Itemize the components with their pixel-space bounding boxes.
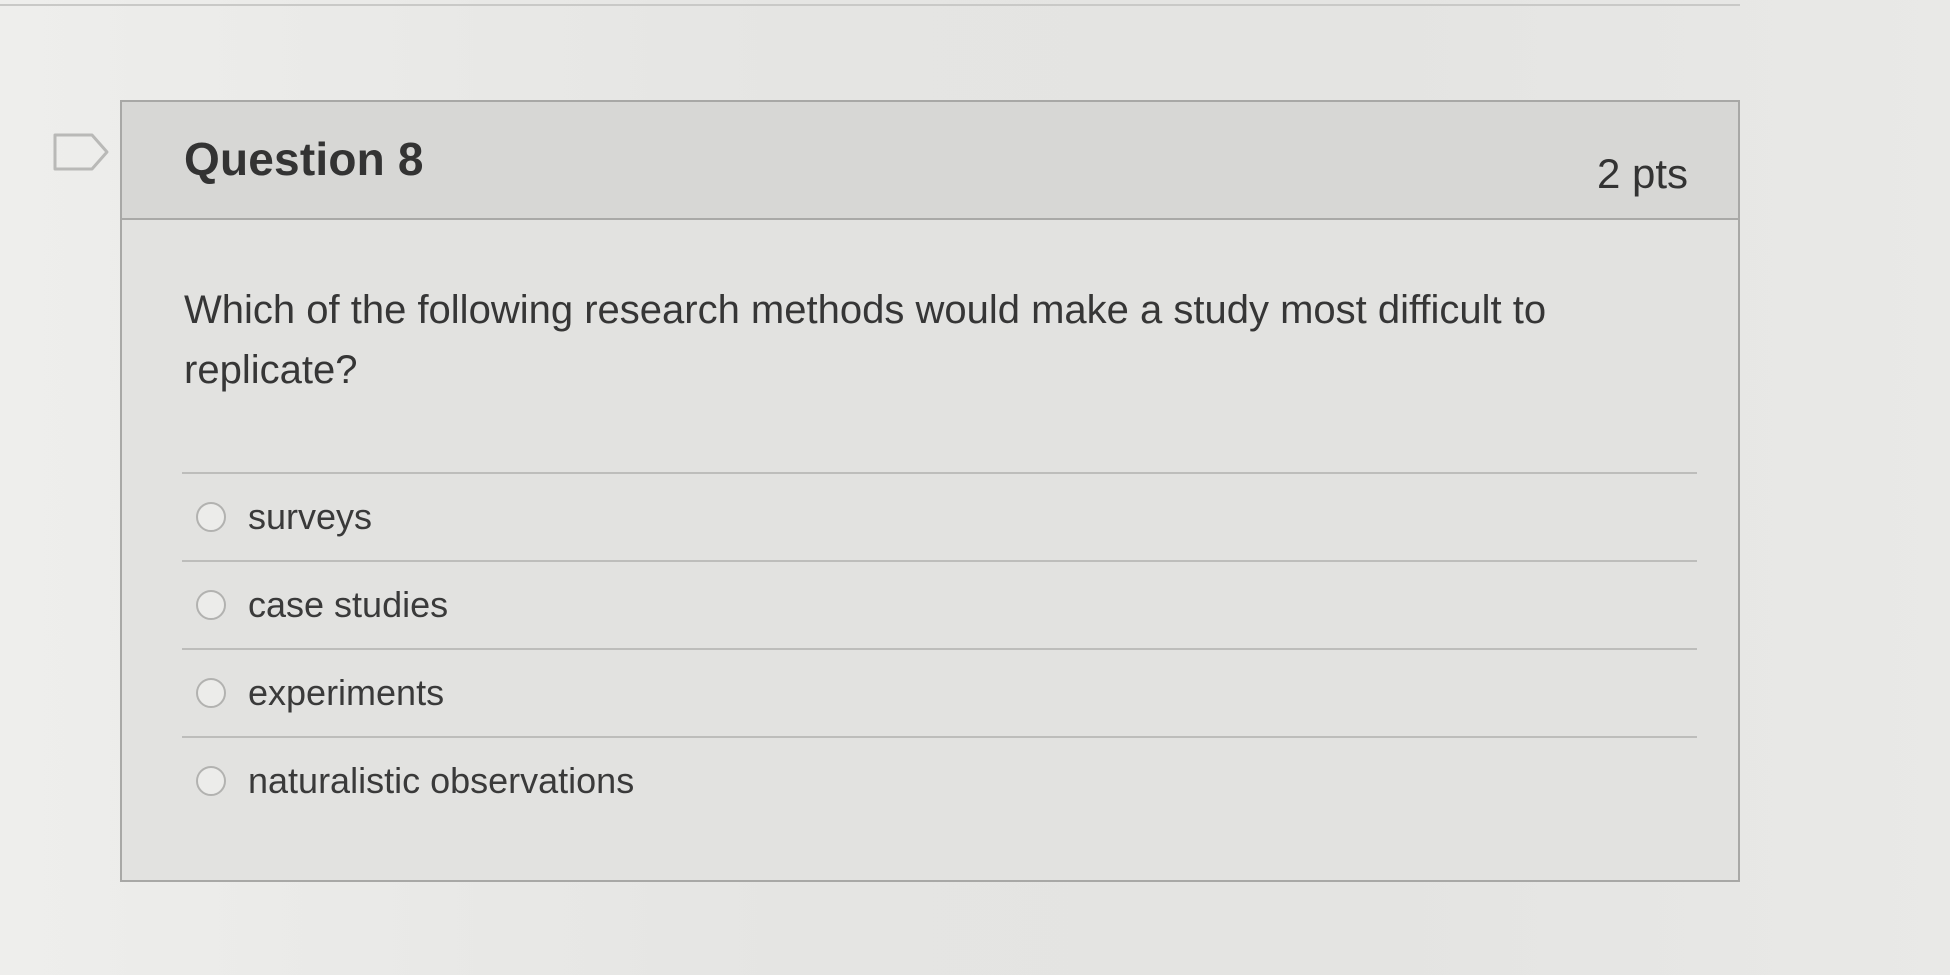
top-divider — [0, 0, 1740, 6]
answer-label: experiments — [248, 672, 445, 713]
question-title: Question 8 — [184, 133, 424, 185]
answer-option-surveys[interactable]: surveys — [182, 472, 1697, 560]
answer-list: surveys case studies experiments natural… — [182, 472, 1697, 824]
question-points: 2 pts — [1596, 150, 1688, 197]
answer-option-experiments[interactable]: experiments — [182, 648, 1697, 736]
answer-label: naturalistic observations — [248, 760, 635, 801]
question-text: Which of the following research methods … — [184, 288, 1547, 392]
question-header: Question 8 2 pts — [122, 102, 1738, 220]
answer-label: surveys — [248, 496, 373, 537]
radio-unselected-icon[interactable] — [196, 502, 226, 532]
answer-option-naturalistic-observations[interactable]: naturalistic observations — [182, 736, 1697, 824]
answer-option-case-studies[interactable]: case studies — [182, 560, 1697, 648]
question-card: Question 8 2 pts Which of the following … — [120, 100, 1740, 882]
radio-unselected-icon[interactable] — [196, 678, 226, 708]
flag-outline-icon[interactable] — [52, 132, 110, 172]
quiz-page: Question 8 2 pts Which of the following … — [0, 0, 1950, 975]
answer-label: case studies — [248, 584, 449, 625]
radio-unselected-icon[interactable] — [196, 766, 226, 796]
radio-unselected-icon[interactable] — [196, 590, 226, 620]
